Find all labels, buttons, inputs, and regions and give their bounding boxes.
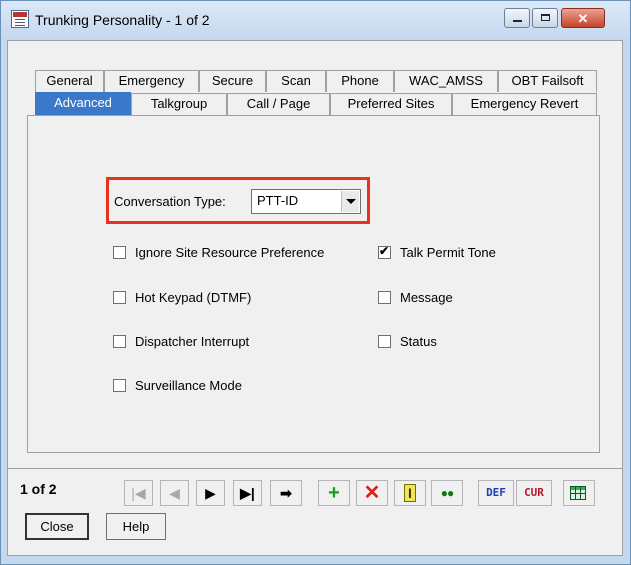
dropdown-button[interactable] [341,191,359,212]
checkbox-box[interactable]: ✔ [378,244,391,259]
help-button[interactable]: Help [106,513,166,540]
tab-emergency-revert[interactable]: Emergency Revert [452,93,597,115]
checkbox-box[interactable] [113,291,126,304]
first-record-button[interactable]: |◀ [124,480,153,506]
tab-call-page[interactable]: Call / Page [227,93,330,115]
tab-general[interactable]: General [35,70,104,92]
tab-advanced[interactable]: Advanced [35,92,131,115]
checkbox-box[interactable] [113,246,126,259]
tab-emergency[interactable]: Emergency [104,70,199,92]
close-button[interactable]: Close [25,513,89,540]
app-icon [11,10,29,28]
tab-phone[interactable]: Phone [326,70,394,92]
previous-record-button[interactable]: ◀ [160,480,189,506]
goto-record-button[interactable]: ➡ [270,480,302,506]
grid-view-button[interactable] [563,480,595,506]
tab-scan[interactable]: Scan [266,70,326,92]
plus-icon: + [328,482,340,504]
grid-icon [570,486,586,500]
ignore-site-resource-checkbox[interactable]: Ignore Site Resource Preference [113,245,324,260]
tab-preferred-sites[interactable]: Preferred Sites [330,93,452,115]
checkbox-label: Status [400,334,437,349]
checkbox-label: Message [400,290,453,305]
conversation-type-value: PTT-ID [257,193,299,208]
checkbox-box[interactable] [378,291,391,304]
rename-icon: I [404,484,416,502]
next-record-button[interactable]: ▶ [196,480,225,506]
record-position: 1 of 2 [20,481,57,497]
conversation-type-select[interactable]: PTT-ID [251,189,361,214]
conversation-type-label: Conversation Type: [114,194,226,209]
message-checkbox[interactable]: Message [378,290,453,305]
advanced-panel [27,115,600,453]
add-record-button[interactable]: + [318,480,350,506]
title-bar[interactable]: Trunking Personality - 1 of 2 ✕ [1,1,630,41]
divider [8,468,622,469]
tab-secure[interactable]: Secure [199,70,266,92]
window-title: Trunking Personality - 1 of 2 [35,12,210,28]
minimize-icon [513,20,522,22]
checkbox-label: Dispatcher Interrupt [135,334,250,349]
default-values-button[interactable]: DEF [478,480,514,506]
checkbox-label: Talk Permit Tone [400,245,496,260]
checkbox-label: Hot Keypad (DTMF) [135,290,252,305]
last-record-button[interactable]: ▶| [233,480,262,506]
checkbox-box[interactable] [113,379,126,392]
view-icon: ●● [440,486,454,500]
checkbox-box[interactable] [113,335,126,348]
close-icon: ✕ [577,11,589,26]
checkbox-box[interactable] [378,335,391,348]
status-checkbox[interactable]: Status [378,334,437,349]
dispatcher-interrupt-checkbox[interactable]: Dispatcher Interrupt [113,334,249,349]
close-window-button[interactable]: ✕ [561,8,605,28]
rename-record-button[interactable]: I [394,480,426,506]
delete-record-button[interactable]: ✕ [356,480,388,506]
maximize-icon [541,14,550,21]
checkbox-label: Surveillance Mode [135,378,242,393]
tab-wac-amss[interactable]: WAC_AMSS [394,70,498,92]
hot-keypad-checkbox[interactable]: Hot Keypad (DTMF) [113,290,251,305]
maximize-button[interactable] [532,8,558,28]
checkbox-label: Ignore Site Resource Preference [135,245,325,260]
current-values-button[interactable]: CUR [516,480,552,506]
surveillance-mode-checkbox[interactable]: Surveillance Mode [113,378,242,393]
talk-permit-tone-checkbox[interactable]: ✔ Talk Permit Tone [378,244,496,260]
minimize-button[interactable] [504,8,530,28]
check-icon: ✔ [379,244,390,258]
view-record-button[interactable]: ●● [431,480,463,506]
delete-icon: ✕ [363,482,381,504]
chevron-down-icon [346,199,356,204]
tab-talkgroup[interactable]: Talkgroup [131,93,227,115]
tab-obt-failsoft[interactable]: OBT Failsoft [498,70,597,92]
